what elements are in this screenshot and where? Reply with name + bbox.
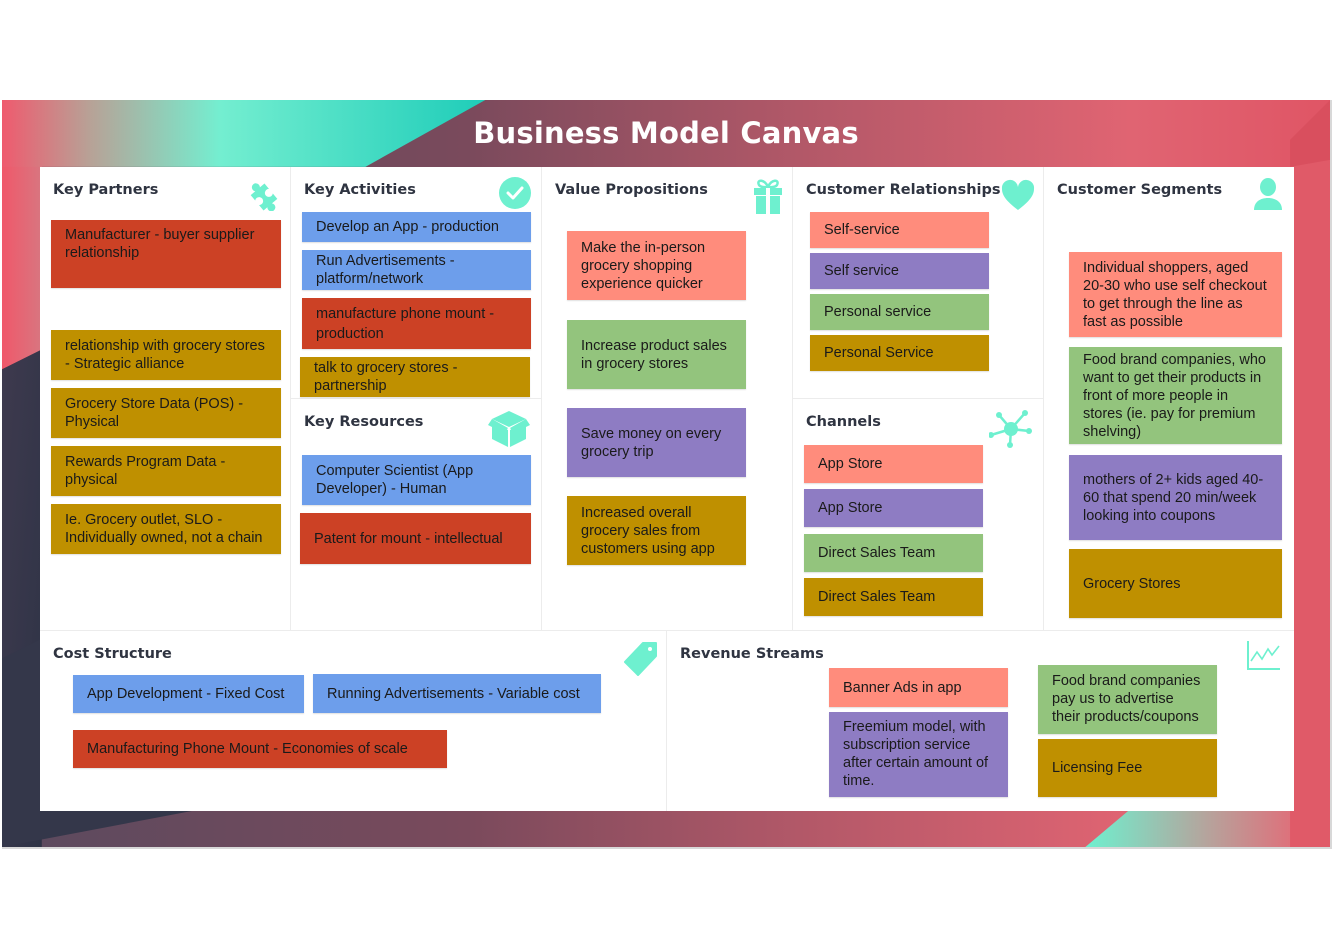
sticky-note[interactable]: manufacture phone mount - production: [302, 298, 531, 349]
section-customer-relationships: Customer Relationships Self-service Self…: [793, 167, 1044, 399]
canvas-frame: Business Model Canvas Key Partners Manuf…: [2, 100, 1332, 849]
heart-icon: [1001, 179, 1035, 213]
user-icon: [1252, 177, 1284, 211]
section-revenue-streams: Revenue Streams Banner Ads in app Freemi…: [667, 631, 1294, 811]
section-key-activities: Key Activities Develop an App - producti…: [291, 167, 542, 399]
section-title: Key Activities: [304, 182, 416, 198]
check-circle-icon: [498, 176, 532, 210]
sticky-note[interactable]: Personal Service: [810, 335, 989, 371]
section-cost-structure: Cost Structure App Development - Fixed C…: [40, 631, 667, 811]
sticky-note[interactable]: Manufacturing Phone Mount - Economies of…: [73, 730, 447, 768]
puzzle-icon: [247, 177, 281, 211]
section-key-resources: Key Resources Computer Scientist (App De…: [291, 399, 542, 631]
sticky-note[interactable]: Self-service: [810, 212, 989, 248]
box-icon: [488, 409, 530, 449]
sticky-note[interactable]: Direct Sales Team: [804, 578, 983, 616]
sticky-note[interactable]: Licensing Fee: [1038, 739, 1217, 797]
section-title: Customer Segments: [1057, 182, 1223, 198]
sticky-note[interactable]: Develop an App - production: [302, 212, 531, 242]
sticky-note[interactable]: Increase product sales in grocery stores: [567, 320, 746, 389]
sticky-note[interactable]: Running Advertisements - Variable cost: [313, 674, 601, 713]
sticky-note[interactable]: Manufacturer - buyer supplier relationsh…: [51, 220, 281, 288]
tag-icon: [623, 641, 659, 677]
sticky-note[interactable]: relationship with grocery stores - Strat…: [51, 330, 281, 380]
canvas-board: Key Partners Manufacturer - buyer suppli…: [40, 167, 1294, 811]
sticky-note[interactable]: Patent for mount - intellectual: [300, 513, 531, 564]
line-chart-icon: [1246, 639, 1282, 671]
sticky-note[interactable]: Increased overall grocery sales from cus…: [567, 496, 746, 565]
sticky-note[interactable]: App Store: [804, 489, 983, 527]
sticky-note[interactable]: App Development - Fixed Cost: [73, 675, 304, 713]
section-title: Customer Relationships: [806, 182, 1001, 198]
sticky-note[interactable]: Grocery Store Data (POS) - Physical: [51, 388, 281, 438]
sticky-note[interactable]: mothers of 2+ kids aged 40-60 that spend…: [1069, 455, 1282, 540]
section-title: Key Partners: [53, 182, 159, 198]
gift-icon: [753, 177, 783, 215]
section-value-propositions: Value Propositions Make the in-person gr…: [542, 167, 793, 631]
sticky-note[interactable]: Make the in-person grocery shopping expe…: [567, 231, 746, 300]
sticky-note[interactable]: Run Advertisements - platform/network: [302, 250, 531, 290]
section-key-partners: Key Partners Manufacturer - buyer suppli…: [40, 167, 291, 631]
sticky-note[interactable]: talk to grocery stores - partnership: [300, 357, 530, 397]
sticky-note[interactable]: Food brand companies, who want to get th…: [1069, 347, 1282, 444]
sticky-note[interactable]: Ie. Grocery outlet, SLO - Individually o…: [51, 504, 281, 554]
section-title: Channels: [806, 414, 881, 430]
sticky-note[interactable]: Personal service: [810, 294, 989, 330]
section-title: Key Resources: [304, 414, 424, 430]
sticky-note[interactable]: Grocery Stores: [1069, 549, 1282, 618]
section-title: Cost Structure: [53, 646, 172, 662]
sticky-note[interactable]: Rewards Program Data - physical: [51, 446, 281, 496]
sticky-note[interactable]: Individual shoppers, aged 20-30 who use …: [1069, 252, 1282, 337]
sticky-note[interactable]: Save money on every grocery trip: [567, 408, 746, 477]
canvas-title: Business Model Canvas: [473, 116, 859, 150]
sticky-note[interactable]: Self service: [810, 253, 989, 289]
section-title: Revenue Streams: [680, 646, 824, 662]
sticky-note[interactable]: Direct Sales Team: [804, 534, 983, 572]
section-title: Value Propositions: [555, 182, 708, 198]
sticky-note[interactable]: Food brand companies pay us to advertise…: [1038, 665, 1217, 734]
sticky-note[interactable]: Computer Scientist (App Developer) - Hum…: [302, 455, 531, 505]
network-icon: [989, 409, 1033, 449]
sticky-note[interactable]: Freemium model, with subscription servic…: [829, 712, 1008, 797]
sticky-note[interactable]: App Store: [804, 445, 983, 483]
sticky-note[interactable]: Banner Ads in app: [829, 668, 1008, 707]
section-channels: Channels App Store App Store Direct Sale…: [793, 399, 1044, 631]
section-customer-segments: Customer Segments Individual shoppers, a…: [1044, 167, 1294, 631]
